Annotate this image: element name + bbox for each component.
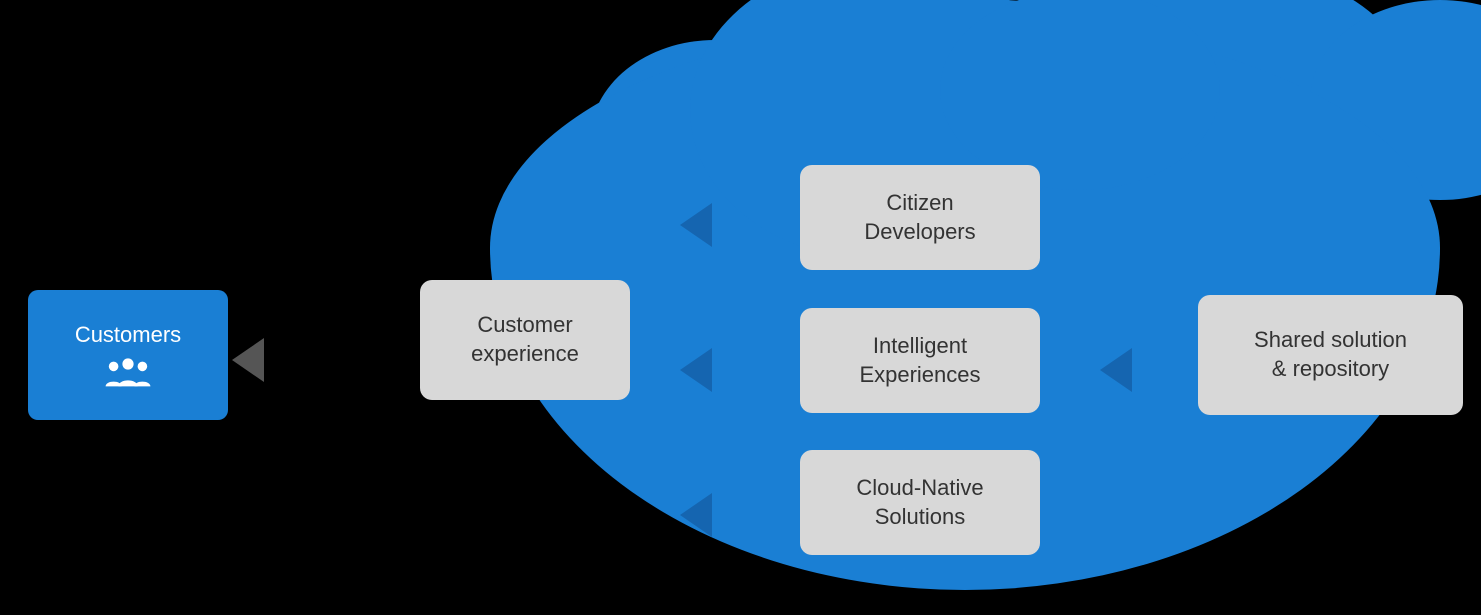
customers-box: Customers [28,290,228,420]
customers-label: Customers [75,322,181,348]
arrow-left-icon [680,348,712,392]
diagram-container: Customers Customerexperience [0,0,1481,615]
shared-repo-label: Shared solution& repository [1254,326,1407,383]
arrow-to-citizen-developers [680,203,712,247]
cloud-native-solutions-label: Cloud-NativeSolutions [856,474,983,531]
customer-experience-box: Customerexperience [420,280,630,400]
intelligent-experiences-box: IntelligentExperiences [800,308,1040,413]
arrow-left-icon [680,203,712,247]
arrow-left-icon [232,338,264,382]
citizen-developers-box: CitizenDevelopers [800,165,1040,270]
intelligent-experiences-label: IntelligentExperiences [859,332,980,389]
arrow-shared-repo-to-intelligent [1100,348,1132,392]
shared-solution-repository-box: Shared solution& repository [1198,295,1463,415]
arrow-customers-to-experience [232,338,264,382]
arrow-to-cloud-native [680,493,712,537]
cloud-native-solutions-box: Cloud-NativeSolutions [800,450,1040,555]
customer-experience-label: Customerexperience [471,311,579,368]
citizen-developers-label: CitizenDevelopers [864,189,975,246]
customers-icon [104,356,152,388]
arrow-to-intelligent-experiences [680,348,712,392]
arrow-left-icon [1100,348,1132,392]
arrow-left-icon [680,493,712,537]
